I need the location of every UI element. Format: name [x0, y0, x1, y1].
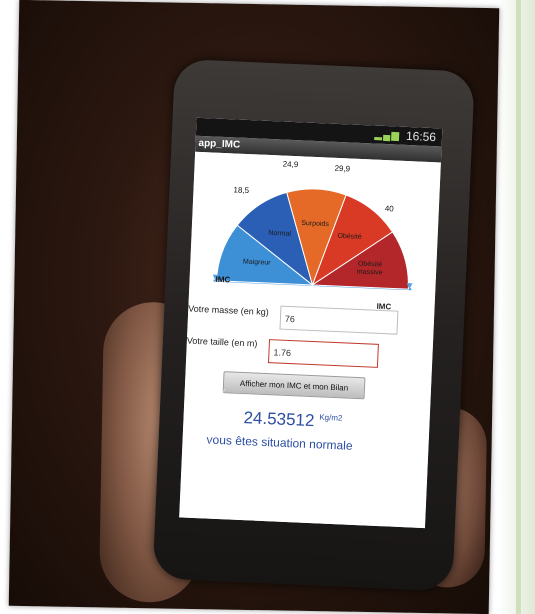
gauge-segment-label: Obésité	[337, 233, 362, 241]
app-title: app_IMC	[198, 137, 241, 151]
bmi-result: 24.53512 Kg/m2	[243, 408, 343, 432]
status-time: 16:56	[405, 128, 437, 145]
photo-background: ▂▄▆ 16:56 app_IMC Maigreur Normal Surpoids…	[8, 0, 500, 614]
page-edge	[499, 0, 535, 614]
threshold-label: 40	[384, 204, 394, 214]
threshold-label: 18,5	[233, 185, 250, 196]
height-input[interactable]: 1.76	[267, 339, 379, 368]
mass-input[interactable]: 76	[279, 305, 399, 335]
axis-left-label: IMC	[215, 274, 231, 285]
threshold-label: 24,9	[282, 159, 299, 170]
phone-screen: ▂▄▆ 16:56 app_IMC Maigreur Normal Surpoids…	[179, 117, 443, 529]
bmi-value: 24.53512	[243, 408, 315, 431]
compute-bmi-button[interactable]: Afficher mon IMC et mon Bilan	[222, 371, 366, 400]
bmi-form: IMC Votre masse (en kg) 76 Votre taille …	[179, 293, 435, 529]
height-label: Votre taille (en m)	[186, 335, 258, 349]
compute-bmi-button-label: Afficher mon IMC et mon Bilan	[239, 378, 349, 393]
phone-device: ▂▄▆ 16:56 app_IMC Maigreur Normal Surpoids…	[152, 58, 475, 592]
bmi-gauge: Maigreur Normal Surpoids Obésité Obésitémass…	[188, 151, 441, 305]
signal-icon: ▂▄▆	[374, 129, 401, 142]
bmi-unit: Kg/m2	[319, 412, 343, 423]
gauge-segment-label: Obésitémassive	[357, 260, 383, 276]
gauge-segment-label: Normal	[268, 230, 291, 238]
bmi-message: vous êtes situation normale	[206, 432, 353, 453]
mass-label: Votre masse (en kg)	[188, 303, 269, 318]
gauge-segment-label: Maigreur	[243, 259, 272, 267]
threshold-label: 29,9	[334, 163, 351, 174]
gauge-segment-label: Surpoids	[301, 220, 329, 228]
